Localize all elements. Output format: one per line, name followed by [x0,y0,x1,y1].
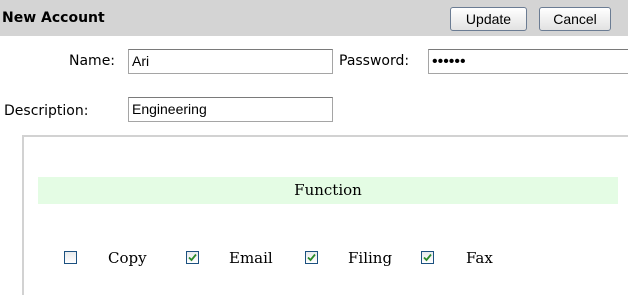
password-field[interactable]: •••••• [428,49,628,74]
copy-label: Copy [108,249,147,267]
function-panel [22,135,628,295]
fax-label: Fax [466,249,493,267]
name-field[interactable]: Ari [128,49,333,74]
email-checkbox[interactable] [186,251,199,264]
description-label: Description: [4,103,89,119]
description-field[interactable]: Engineering [128,97,333,122]
filing-label: Filing [348,249,393,267]
function-heading: Function [38,177,618,204]
update-button[interactable]: Update [450,7,527,31]
filing-checkbox[interactable] [305,251,318,264]
name-label: Name: [69,53,116,69]
checkmark-icon [307,253,316,262]
copy-checkbox[interactable] [64,251,77,264]
password-label: Password: [339,53,410,69]
page-title: New Account [2,10,105,26]
checkmark-icon [423,253,432,262]
cancel-button[interactable]: Cancel [539,7,611,31]
fax-checkbox[interactable] [421,251,434,264]
email-label: Email [229,249,273,267]
checkmark-icon [188,253,197,262]
